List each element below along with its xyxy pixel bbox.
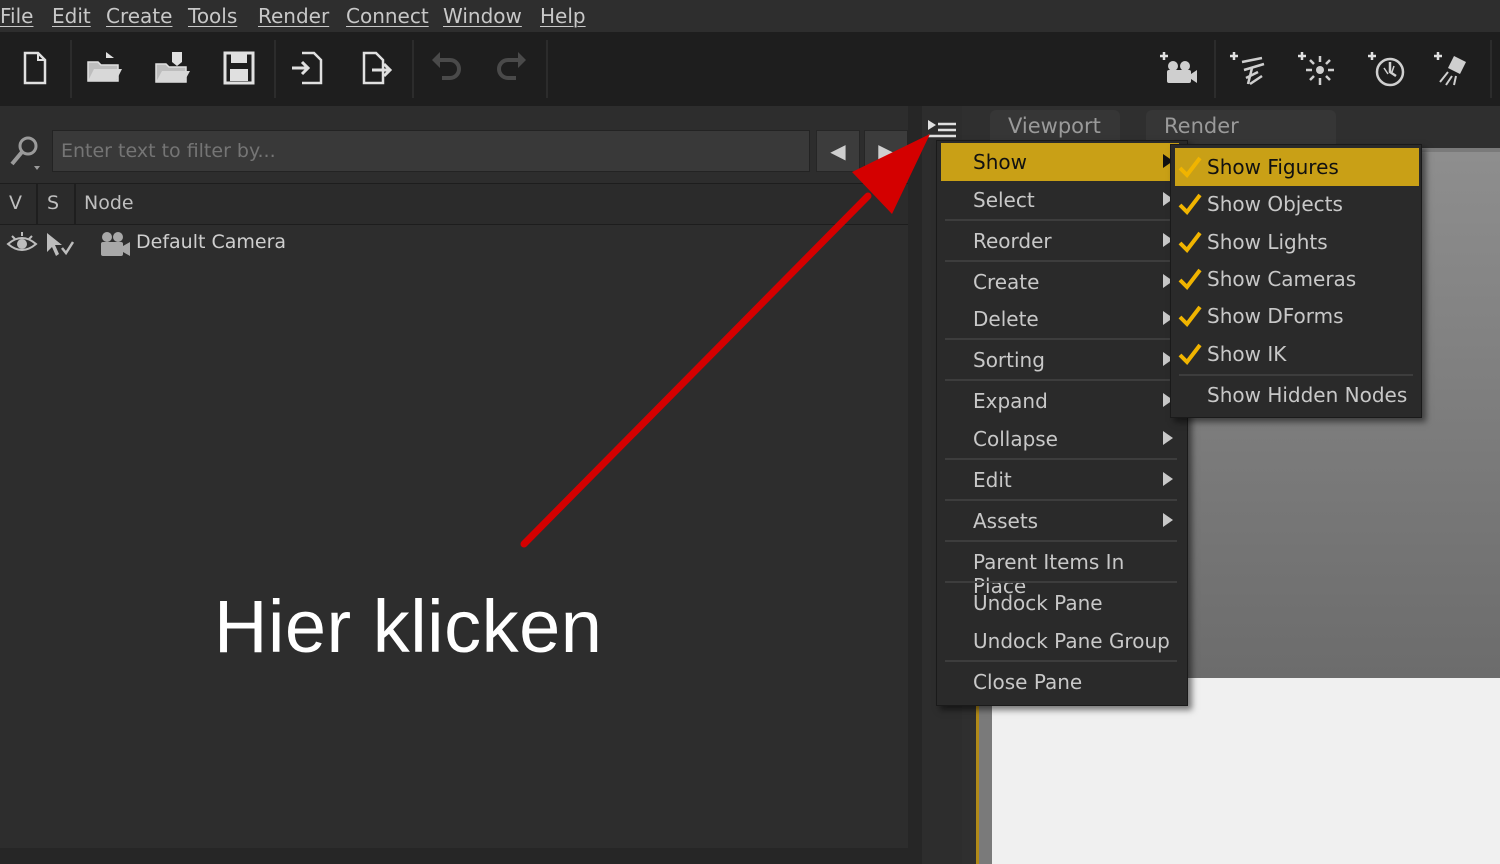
submenu-item-show-lights[interactable]: Show Lights xyxy=(1175,223,1419,261)
create-spot-light-icon[interactable] xyxy=(1364,46,1408,90)
menu-bar: File Edit Create Tools Render Connect Wi… xyxy=(0,0,1500,32)
menu-render[interactable]: Render xyxy=(258,4,329,28)
save-icon[interactable] xyxy=(217,46,261,90)
checkmark-icon xyxy=(1178,231,1202,254)
column-selectable[interactable]: S xyxy=(47,192,59,214)
menu-connect[interactable]: Connect xyxy=(346,4,429,28)
column-node[interactable]: Node xyxy=(84,192,134,214)
submenu-item-show-ik[interactable]: Show IK xyxy=(1175,335,1419,373)
menu-item-edit[interactable]: Edit xyxy=(941,461,1179,499)
undo-icon[interactable] xyxy=(424,46,468,90)
table-row[interactable]: Default Camera xyxy=(0,226,908,262)
checkmark-icon xyxy=(1178,305,1202,328)
menu-item-create[interactable]: Create xyxy=(941,263,1179,301)
create-point-light-icon[interactable] xyxy=(1294,46,1338,90)
submenu-arrow-icon xyxy=(1163,472,1173,486)
tab-viewport[interactable]: Viewport xyxy=(990,110,1120,144)
merge-icon[interactable] xyxy=(150,46,194,90)
menu-tools[interactable]: Tools xyxy=(188,4,237,28)
menu-file[interactable]: File xyxy=(0,4,33,28)
new-file-icon[interactable] xyxy=(12,46,56,90)
submenu-arrow-icon xyxy=(1163,431,1173,445)
arrow-left-icon: ◀ xyxy=(830,139,846,163)
column-visible[interactable]: V xyxy=(9,192,22,214)
prev-match-button[interactable]: ◀ xyxy=(816,130,860,172)
menu-item-delete[interactable]: Delete xyxy=(941,300,1179,338)
node-label: Default Camera xyxy=(136,231,287,253)
menu-item-assets[interactable]: Assets xyxy=(941,502,1179,540)
submenu-item-show-hidden-nodes[interactable]: Show Hidden Nodes xyxy=(1175,376,1419,414)
checkmark-icon xyxy=(1178,268,1202,291)
menu-item-collapse[interactable]: Collapse xyxy=(941,420,1179,458)
import-icon[interactable] xyxy=(286,46,330,90)
menu-edit[interactable]: Edit xyxy=(52,4,91,28)
checkmark-icon xyxy=(1178,156,1202,179)
create-linear-light-icon[interactable] xyxy=(1430,46,1474,90)
next-match-button[interactable]: ▶ xyxy=(864,130,908,172)
show-submenu: Show Figures Show Objects Show Lights Sh… xyxy=(1170,144,1422,418)
selectable-arrow-icon[interactable] xyxy=(44,230,75,262)
menu-item-select[interactable]: Select xyxy=(941,181,1179,219)
create-distant-light-icon[interactable] xyxy=(1226,46,1270,90)
menu-item-close-pane[interactable]: Close Pane xyxy=(941,663,1179,701)
filter-input[interactable] xyxy=(52,130,810,172)
annotation-text: Hier klicken xyxy=(214,585,603,668)
menu-item-show[interactable]: Show xyxy=(941,143,1179,181)
submenu-arrow-icon xyxy=(1163,513,1173,527)
camera-icon xyxy=(98,230,132,262)
eye-icon[interactable] xyxy=(6,230,38,262)
submenu-item-show-objects[interactable]: Show Objects xyxy=(1175,185,1419,223)
pane-options-button[interactable] xyxy=(926,116,960,142)
checkmark-icon xyxy=(1178,193,1202,216)
redo-icon[interactable] xyxy=(490,46,534,90)
checkmark-icon xyxy=(1178,343,1202,366)
tab-render-library[interactable]: Render Library xyxy=(1146,110,1336,162)
submenu-item-show-dforms[interactable]: Show DForms xyxy=(1175,297,1419,335)
pane-divider[interactable] xyxy=(908,106,922,864)
menu-item-reorder[interactable]: Reorder xyxy=(941,222,1179,260)
open-folder-icon[interactable] xyxy=(82,46,126,90)
export-icon[interactable] xyxy=(354,46,398,90)
menu-help[interactable]: Help xyxy=(540,4,586,28)
main-toolbar xyxy=(0,32,1500,106)
pane-context-menu: Show Select Reorder Create Delete Sortin… xyxy=(936,140,1188,706)
menu-item-parent-items-in-place[interactable]: Parent Items In Place xyxy=(941,543,1179,598)
arrow-right-icon: ▶ xyxy=(878,139,894,163)
menu-item-sorting[interactable]: Sorting xyxy=(941,341,1179,379)
submenu-item-show-figures[interactable]: Show Figures xyxy=(1175,148,1419,186)
create-camera-icon[interactable] xyxy=(1156,46,1200,90)
menu-window[interactable]: Window xyxy=(443,4,522,28)
scene-header: V S Node xyxy=(0,183,908,225)
menu-item-expand[interactable]: Expand xyxy=(941,382,1179,420)
submenu-item-show-cameras[interactable]: Show Cameras xyxy=(1175,260,1419,298)
search-icon[interactable] xyxy=(6,130,46,174)
menu-item-undock-pane-group[interactable]: Undock Pane Group xyxy=(941,622,1179,660)
menu-item-undock-pane[interactable]: Undock Pane xyxy=(941,584,1179,622)
menu-create[interactable]: Create xyxy=(106,4,172,28)
